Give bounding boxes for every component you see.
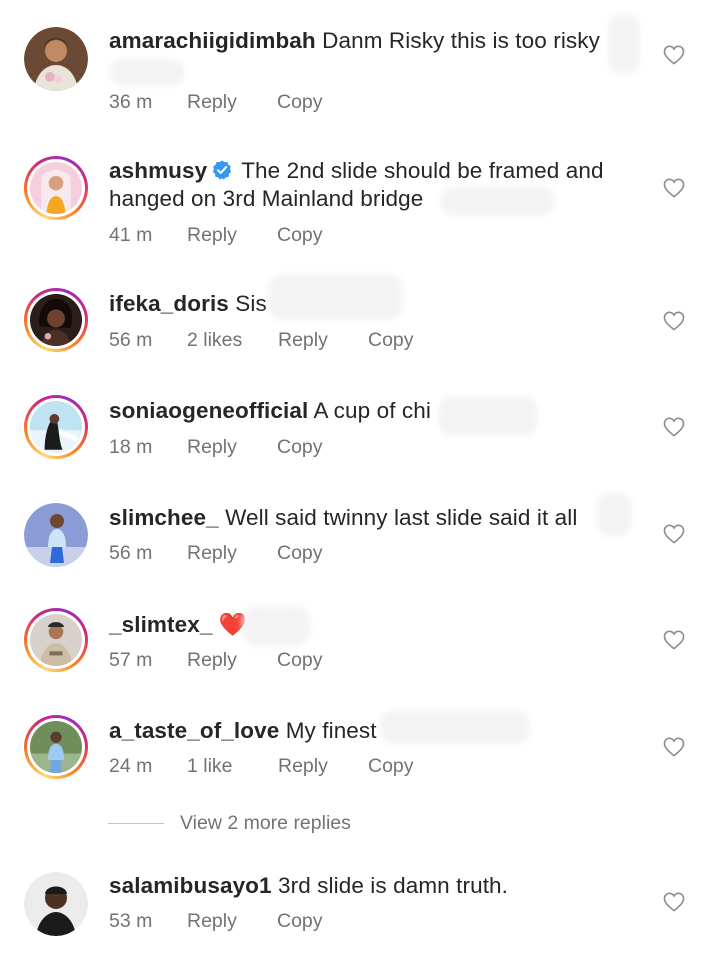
- redaction-smudge: [268, 274, 403, 320]
- reply-button[interactable]: Reply: [187, 649, 277, 672]
- comment-username[interactable]: _slimtex_: [109, 612, 212, 637]
- comment-body: _slimtex_ ❤️: [109, 611, 639, 639]
- copy-button[interactable]: Copy: [277, 224, 323, 247]
- avatar[interactable]: [24, 872, 88, 936]
- heart-outline-icon[interactable]: [663, 45, 685, 65]
- reply-button[interactable]: Reply: [187, 542, 277, 565]
- reply-button[interactable]: Reply: [187, 910, 277, 933]
- redaction-smudge: [440, 186, 555, 216]
- heart-outline-icon[interactable]: [663, 737, 685, 757]
- comment-username[interactable]: amarachiigidimbah: [109, 28, 316, 53]
- comment-username[interactable]: a_taste_of_love: [109, 718, 279, 743]
- avatar[interactable]: [24, 288, 88, 352]
- copy-button[interactable]: Copy: [277, 436, 323, 459]
- verified-badge-icon: [211, 159, 233, 181]
- copy-button[interactable]: Copy: [277, 542, 323, 565]
- avatar[interactable]: [24, 395, 88, 459]
- comment-username[interactable]: salamibusayo1: [109, 873, 272, 898]
- reply-button[interactable]: Reply: [187, 224, 277, 247]
- comment-body: amarachiigidimbah Danm Risky this is too…: [109, 27, 639, 55]
- comment-text: 3rd slide is damn truth.: [278, 873, 509, 898]
- heart-outline-icon[interactable]: [663, 417, 685, 437]
- copy-button[interactable]: Copy: [368, 329, 414, 352]
- comment-meta: 36 m Reply Copy: [109, 91, 323, 114]
- comment-time: 36 m: [109, 91, 153, 113]
- comment-text: Danm Risky this is too risky: [322, 28, 600, 53]
- reply-button[interactable]: Reply: [187, 91, 277, 114]
- redaction-smudge: [110, 58, 185, 86]
- comment-time: 53 m: [109, 910, 153, 932]
- heart-outline-icon[interactable]: [663, 178, 685, 198]
- avatar[interactable]: [24, 156, 88, 220]
- redaction-smudge: [380, 710, 530, 744]
- comment-text: A cup of chi: [313, 398, 431, 423]
- comment-meta: 56 m 2 likes Reply Copy: [109, 329, 414, 352]
- comment-meta: 56 m Reply Copy: [109, 542, 323, 565]
- heart-outline-icon[interactable]: [663, 892, 685, 912]
- avatar[interactable]: [24, 27, 88, 91]
- comment-time: 18 m: [109, 436, 153, 458]
- reply-button[interactable]: Reply: [278, 755, 368, 778]
- comment-username[interactable]: ashmusy: [109, 158, 207, 183]
- copy-button[interactable]: Copy: [277, 910, 323, 933]
- comment-meta: 57 m Reply Copy: [109, 649, 323, 672]
- copy-button[interactable]: Copy: [277, 649, 323, 672]
- heart-outline-icon[interactable]: [663, 524, 685, 544]
- reply-button[interactable]: Reply: [187, 436, 277, 459]
- comment-body: soniaogeneofficial A cup of chi: [109, 397, 639, 425]
- avatar[interactable]: [24, 608, 88, 672]
- avatar[interactable]: [24, 503, 88, 567]
- reply-button[interactable]: Reply: [278, 329, 368, 352]
- comment-time: 24 m: [109, 755, 153, 777]
- heart-outline-icon[interactable]: [663, 630, 685, 650]
- comment-meta: 53 m Reply Copy: [109, 910, 323, 933]
- copy-button[interactable]: Copy: [368, 755, 414, 778]
- comment-body: a_taste_of_love My finest: [109, 717, 639, 745]
- divider: [108, 823, 164, 825]
- redaction-smudge: [242, 606, 310, 646]
- heart-outline-icon[interactable]: [663, 311, 685, 331]
- comment-time: 41 m: [109, 224, 153, 246]
- comment-username[interactable]: slimchee_: [109, 505, 219, 530]
- likes-count[interactable]: 1 like: [187, 755, 278, 778]
- redaction-smudge: [596, 492, 632, 536]
- comment-time: 57 m: [109, 649, 153, 671]
- redaction-smudge: [438, 396, 538, 436]
- comment-text: Well said twinny last slide said it all: [225, 505, 578, 530]
- comment-time: 56 m: [109, 542, 153, 564]
- comment-meta: 24 m 1 like Reply Copy: [109, 755, 414, 778]
- view-more-replies-button[interactable]: View 2 more replies: [108, 812, 351, 835]
- likes-count[interactable]: 2 likes: [187, 329, 278, 352]
- comment-body: ashmusy The 2nd slide should be framed a…: [109, 157, 639, 213]
- comment-text: My finest: [285, 718, 377, 743]
- comment-time: 56 m: [109, 329, 153, 351]
- avatar[interactable]: [24, 715, 88, 779]
- comment-body: slimchee_ Well said twinny last slide sa…: [109, 504, 639, 532]
- copy-button[interactable]: Copy: [277, 91, 323, 114]
- comment-body: salamibusayo1 3rd slide is damn truth.: [109, 872, 639, 900]
- comment-text: Sis: [235, 291, 267, 316]
- comment-meta: 41 m Reply Copy: [109, 224, 323, 247]
- view-more-replies-label: View 2 more replies: [180, 812, 351, 834]
- comment-meta: 18 m Reply Copy: [109, 436, 323, 459]
- comment-username[interactable]: ifeka_doris: [109, 291, 229, 316]
- redaction-smudge: [608, 14, 640, 74]
- comment-username[interactable]: soniaogeneofficial: [109, 398, 308, 423]
